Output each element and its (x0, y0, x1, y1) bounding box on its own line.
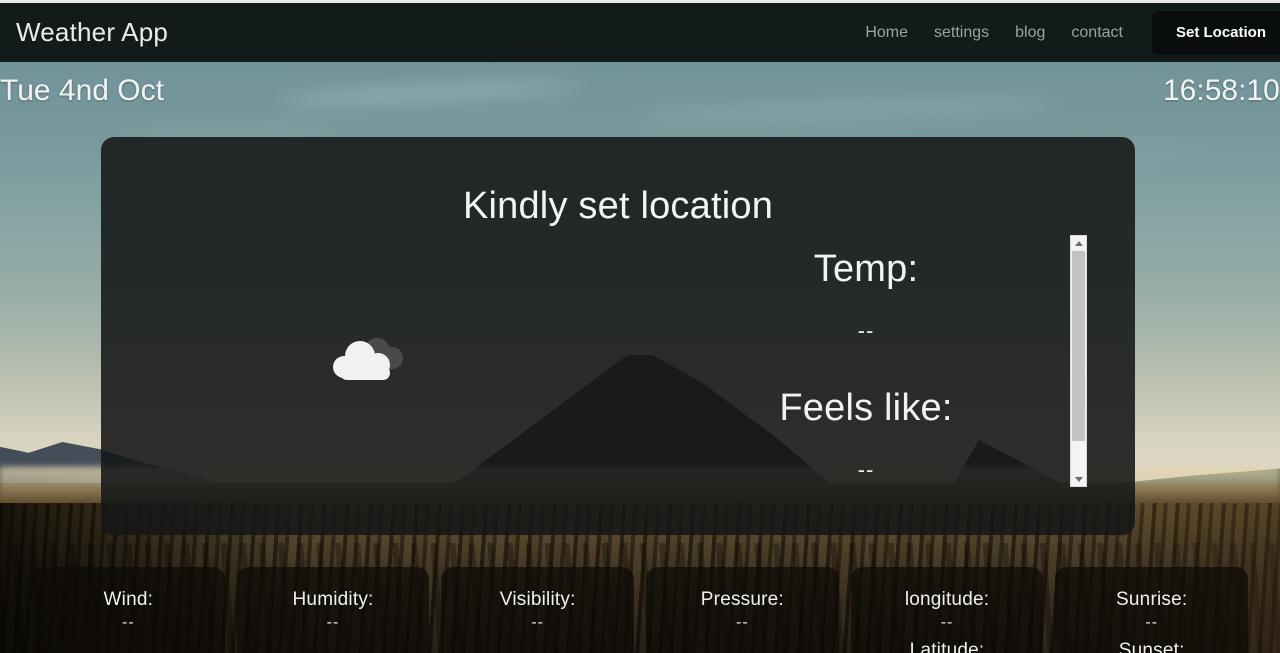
nav-item-home[interactable]: Home (852, 24, 921, 41)
visibility-value: -- (531, 613, 544, 631)
feelslike-label: Feels like: (779, 387, 953, 430)
card-readouts: Temp: -- Feels like: -- (661, 247, 1071, 525)
visibility-label: Visibility: (499, 589, 576, 610)
card-scrollbar[interactable] (1070, 235, 1087, 487)
nav-item-blog[interactable]: blog (1002, 24, 1058, 41)
scroll-up-button[interactable] (1071, 236, 1086, 250)
stat-card-sun-times: Sunrise: -- Sunset: -- (1055, 567, 1249, 653)
app-title: Weather App (16, 17, 169, 47)
chevron-up-icon (1074, 240, 1083, 246)
weather-card: Kindly set location Temp: -- Feels like:… (101, 137, 1135, 535)
chevron-down-icon (1074, 476, 1083, 482)
window-top-strip (0, 0, 1280, 3)
card-headline: Kindly set location (462, 185, 774, 227)
temp-value: -- (857, 317, 875, 343)
longitude-value: -- (940, 613, 954, 631)
sunset-label: Sunset: (1118, 640, 1185, 653)
scrollbar-thumb[interactable] (1072, 251, 1085, 441)
stat-card-wind: Wind: -- (32, 567, 225, 653)
humidity-label: Humidity: (292, 589, 374, 610)
app-root: Weather App Home settings blog contact S… (0, 0, 1280, 653)
top-navbar: Weather App Home settings blog contact S… (0, 3, 1280, 62)
longitude-label: longitude: (904, 589, 990, 610)
wind-label: Wind: (103, 589, 154, 610)
cloudy-icon (330, 334, 406, 392)
nav-item-contact[interactable]: contact (1058, 24, 1136, 41)
stat-card-humidity: Humidity: -- (236, 567, 430, 653)
latitude-label: Latitude: (909, 640, 985, 653)
temp-label: Temp: (813, 248, 919, 290)
scroll-down-button[interactable] (1071, 472, 1086, 486)
nav-item-settings[interactable]: settings (921, 24, 1002, 41)
feelslike-value: -- (857, 457, 875, 483)
stat-card-visibility: Visibility: -- (441, 567, 635, 653)
pressure-label: Pressure: (700, 589, 784, 610)
stat-card-pressure: Pressure: -- (646, 567, 839, 653)
nav-links: Home settings blog contact Set Location (852, 3, 1280, 62)
stat-card-coordinates: longitude: -- Latitude: -- (850, 567, 1044, 653)
sunrise-label: Sunrise: (1116, 589, 1188, 610)
set-location-button[interactable]: Set Location (1151, 10, 1280, 55)
humidity-value: -- (326, 613, 340, 631)
wind-value: -- (122, 613, 135, 631)
pressure-value: -- (736, 613, 749, 631)
stats-row: Wind: -- Humidity: -- Visibility: -- Pre… (0, 567, 1280, 653)
sunrise-value: -- (1145, 613, 1159, 631)
